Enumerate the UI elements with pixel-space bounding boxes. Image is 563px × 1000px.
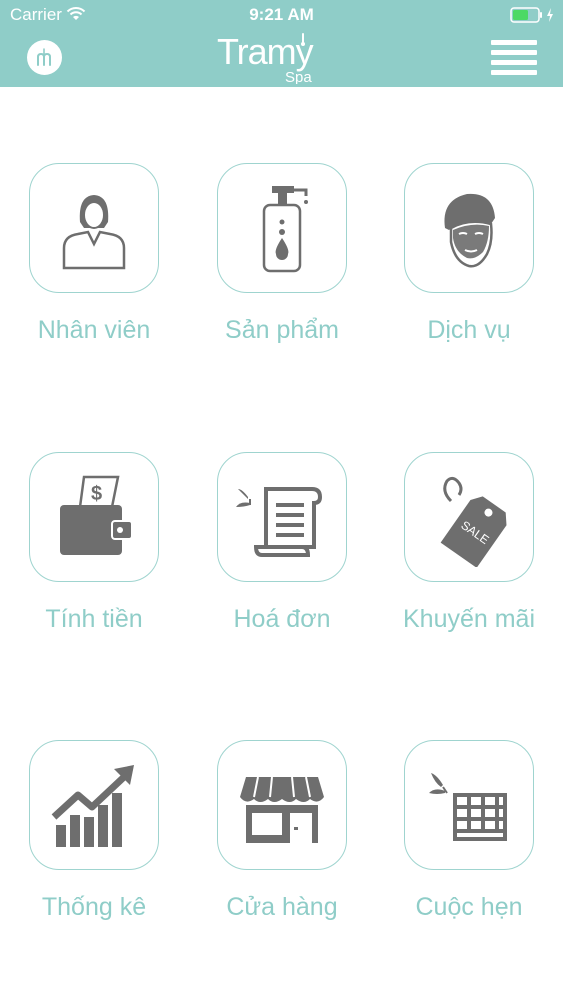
brand-logo: Tramy Spa xyxy=(217,32,315,84)
svg-text:$: $ xyxy=(91,483,102,505)
menu-tile-store-box[interactable] xyxy=(217,740,347,870)
menu-tile-staff-label: Nhân viên xyxy=(37,316,151,344)
logo-button[interactable] xyxy=(27,40,62,75)
app-header: Carrier 9:21 AM Tramy Spa xyxy=(0,0,563,87)
hamburger-menu-icon[interactable] xyxy=(491,40,537,75)
statistics-icon xyxy=(51,765,134,847)
menu-tile-staff-box[interactable] xyxy=(29,163,159,293)
menu-tile-product[interactable]: Sản phẩm xyxy=(188,163,376,383)
promotion-icon: SALE xyxy=(440,476,507,567)
service-icon xyxy=(444,193,495,268)
status-time: 9:21 AM xyxy=(249,5,314,24)
menu-tile-invoice-label: Hoá đơn xyxy=(233,605,331,633)
main-menu-grid: Nhân viên Sản phẩm Dịch vụ $ Tính tiền H… xyxy=(0,87,563,1000)
spa-logo-icon xyxy=(36,47,51,66)
menu-tile-store[interactable]: Cửa hàng xyxy=(188,740,376,960)
menu-tile-service-box[interactable] xyxy=(404,163,534,293)
menu-tile-promotion-label: Khuyến mãi xyxy=(402,605,536,633)
menu-tile-appointment-label: Cuộc hẹn xyxy=(415,893,523,921)
store-icon xyxy=(240,776,324,843)
invoice-icon xyxy=(236,487,323,557)
menu-tile-appointment[interactable]: Cuộc hẹn xyxy=(375,740,563,960)
menu-tile-store-label: Cửa hàng xyxy=(226,893,338,921)
menu-tile-statistics[interactable]: Thống kê xyxy=(0,740,188,960)
brand-name: Tramy xyxy=(217,32,314,72)
checkout-icon: $ xyxy=(60,475,133,555)
staff-icon xyxy=(62,195,126,270)
menu-tile-invoice-box[interactable] xyxy=(217,452,347,582)
battery-icon xyxy=(510,7,553,23)
menu-tile-service-label: Dịch vụ xyxy=(427,316,511,344)
brand-sub: Spa xyxy=(285,69,312,84)
menu-tile-checkout-box[interactable]: $ xyxy=(29,452,159,582)
menu-tile-appointment-box[interactable] xyxy=(404,740,534,870)
menu-tile-invoice[interactable]: Hoá đơn xyxy=(188,452,376,672)
menu-tile-service[interactable]: Dịch vụ xyxy=(375,163,563,383)
menu-tile-product-box[interactable] xyxy=(217,163,347,293)
menu-tile-statistics-box[interactable] xyxy=(29,740,159,870)
menu-tile-statistics-label: Thống kê xyxy=(41,893,147,921)
menu-tile-checkout[interactable]: $ Tính tiền xyxy=(0,452,188,672)
menu-tile-checkout-label: Tính tiền xyxy=(45,605,143,633)
status-bar: Carrier 9:21 AM xyxy=(0,0,563,30)
menu-tile-product-label: Sản phẩm xyxy=(225,316,339,344)
appointment-icon xyxy=(429,773,507,841)
menu-tile-staff[interactable]: Nhân viên xyxy=(0,163,188,383)
product-icon xyxy=(262,186,308,273)
menu-tile-promotion[interactable]: SALE Khuyến mãi xyxy=(375,452,563,672)
menu-tile-promotion-box[interactable]: SALE xyxy=(404,452,534,582)
